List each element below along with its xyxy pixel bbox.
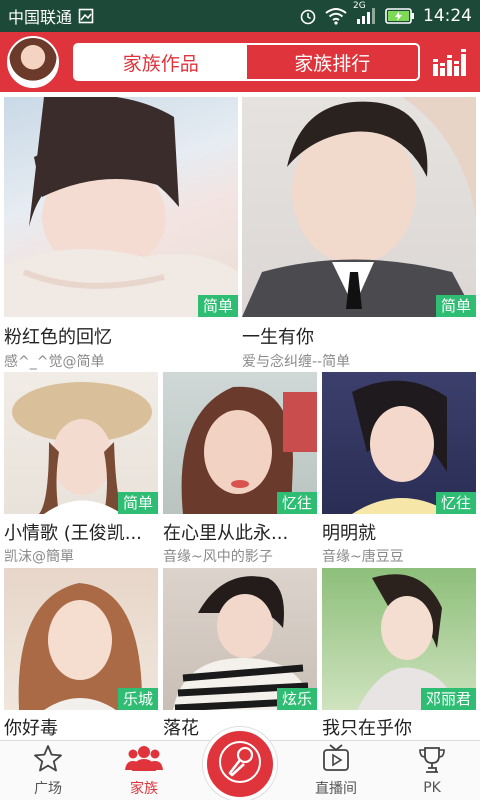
nav-label: 广场 (34, 781, 62, 797)
nav-plaza[interactable]: 广场 (8, 741, 88, 800)
alarm-icon (299, 7, 317, 25)
microphone-icon (218, 740, 262, 788)
work-author: 爱与念纠缠--简单 (242, 354, 351, 370)
work-author: 凯沫@簡單 (4, 549, 74, 565)
status-icons: 2G 14:24 (299, 1, 472, 26)
work-thumbnail: 忆往 (322, 372, 476, 514)
work-thumbnail: 简单 (4, 372, 158, 514)
works-grid: 简单 粉红色的回忆 感^_^觉@简单 简单 一生有你 爱与念纠缠--简单 简单 … (0, 92, 480, 740)
work-card[interactable]: 乐城 你好毒 (4, 568, 158, 740)
carrier-name: 中国联通 (8, 8, 73, 27)
image-notification-icon (78, 8, 94, 24)
family-badge: 忆往 (276, 492, 317, 514)
work-author: 感^_^觉@简单 (4, 354, 105, 370)
work-card[interactable]: 邓丽君 我只在乎你 (322, 568, 476, 740)
app-header: 家族作品 家族排行 (0, 32, 480, 92)
status-bar: 中国联通 2G 14:24 (0, 0, 480, 32)
tab-family-ranking[interactable]: 家族排行 (247, 45, 419, 79)
work-thumbnail: 邓丽君 (322, 568, 476, 710)
work-title: 小情歌 (王俊凯... (4, 523, 142, 544)
nav-label: 家族 (130, 781, 158, 797)
battery-charging-icon (385, 8, 415, 24)
family-badge: 邓丽君 (420, 688, 476, 710)
segment-control: 家族作品 家族排行 (73, 43, 420, 81)
work-title: 在心里从此永... (163, 523, 289, 544)
work-card[interactable]: 简单 小情歌 (王俊凯... 凯沫@簡單 (4, 372, 158, 567)
equalizer-icon[interactable] (432, 46, 468, 78)
nav-pk[interactable]: PK (392, 741, 472, 800)
family-badge: 忆往 (435, 492, 476, 514)
family-badge: 炫乐 (276, 688, 317, 710)
wifi-icon (325, 7, 347, 25)
family-badge: 乐城 (117, 688, 158, 710)
work-card[interactable]: 忆往 在心里从此永... 音缘~风中的影子 (163, 372, 317, 567)
family-badge: 简单 (197, 295, 238, 317)
nav-label: PK (423, 780, 441, 796)
live-icon (321, 744, 351, 776)
carrier-group: 中国联通 (8, 4, 94, 28)
work-author: 音缘~唐豆豆 (322, 549, 404, 565)
nav-family[interactable]: 家族 (104, 741, 184, 800)
signal-icon: 2G (353, 1, 377, 25)
work-card[interactable]: 忆往 明明就 音缘~唐豆豆 (322, 372, 476, 567)
work-title: 一生有你 (242, 327, 314, 348)
work-title: 你好毒 (4, 718, 58, 739)
network-type: 2G (353, 1, 366, 11)
star-icon (33, 744, 63, 776)
sing-button[interactable] (203, 727, 277, 800)
trophy-icon (417, 746, 447, 778)
tab-family-works[interactable]: 家族作品 (75, 45, 247, 79)
work-thumbnail: 炫乐 (163, 568, 317, 710)
user-avatar[interactable] (7, 36, 59, 88)
work-title: 明明就 (322, 523, 376, 544)
family-badge: 简单 (117, 492, 158, 514)
work-card[interactable]: 简单 粉红色的回忆 感^_^觉@简单 (4, 97, 238, 370)
work-thumbnail: 简单 (242, 97, 476, 317)
group-icon (124, 744, 164, 776)
nav-label: 直播间 (315, 781, 357, 797)
work-card[interactable]: 简单 一生有你 爱与念纠缠--简单 (242, 97, 476, 370)
clock: 14:24 (423, 6, 472, 26)
work-thumbnail: 忆往 (163, 372, 317, 514)
family-badge: 简单 (435, 295, 476, 317)
work-title: 粉红色的回忆 (4, 327, 112, 348)
work-thumbnail: 简单 (4, 97, 238, 317)
work-author: 音缘~风中的影子 (163, 549, 273, 565)
work-title: 我只在乎你 (322, 718, 412, 739)
bottom-navigation: 广场 家族 直播间 PK (0, 727, 480, 800)
nav-live-room[interactable]: 直播间 (296, 741, 376, 800)
work-thumbnail: 乐城 (4, 568, 158, 710)
work-card[interactable]: 炫乐 落花 (163, 568, 317, 740)
